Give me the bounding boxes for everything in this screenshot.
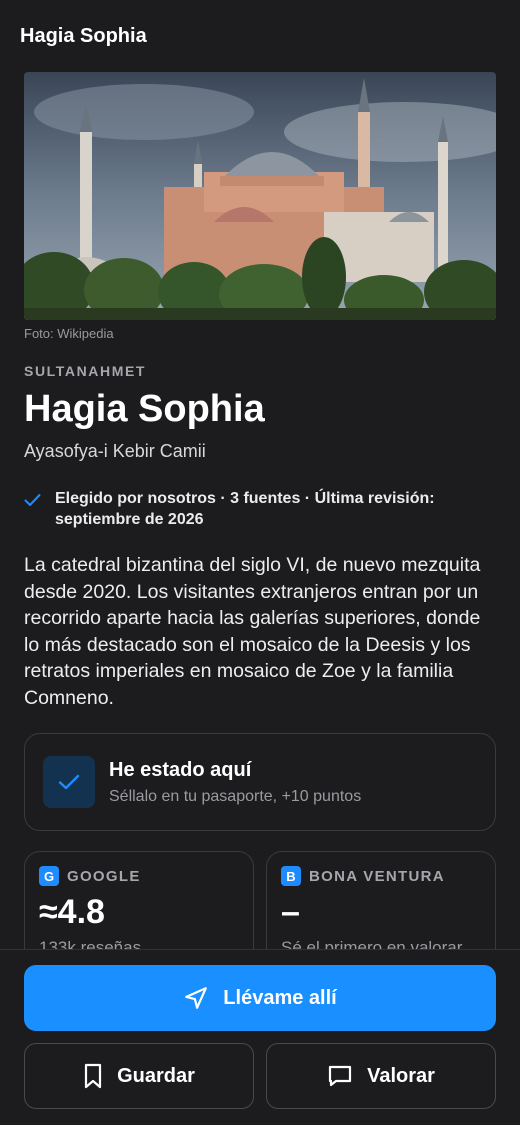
comment-icon bbox=[328, 1065, 352, 1087]
rating-value: – bbox=[281, 893, 300, 931]
place-local-name: Ayasofya-i Kebir Camii bbox=[24, 441, 206, 461]
page-header-title: Hagia Sophia bbox=[20, 24, 147, 47]
check-icon bbox=[58, 774, 80, 790]
rating-source-label: GOOGLE bbox=[67, 867, 141, 885]
rating-note: 133k reseñas, aproximado bbox=[39, 938, 146, 949]
rate-button[interactable]: Valorar bbox=[266, 1043, 496, 1109]
ratings-row: G GOOGLE ≈4.8 133k reseñas, aproximado B… bbox=[24, 851, 496, 949]
verified-text: Elegido por nosotros · 3 fuentes · Últim… bbox=[55, 490, 435, 528]
bookmark-icon bbox=[84, 1063, 102, 1089]
been-here-subtitle: Séllalo en tu pasaporte, +10 puntos bbox=[109, 787, 362, 805]
bona-ventura-badge-icon: B bbox=[281, 866, 301, 886]
rating-source-label: BONA VENTURA bbox=[309, 867, 445, 885]
top-bar: Hagia Sophia bbox=[0, 0, 520, 72]
take-me-there-button[interactable]: Llévame allí bbox=[24, 965, 496, 1031]
verified-info: Elegido por nosotros · 3 fuentes · Últim… bbox=[24, 488, 496, 530]
place-title: Hagia Sophia bbox=[24, 388, 265, 430]
google-badge-icon: G bbox=[39, 866, 59, 886]
been-here-checkbox[interactable] bbox=[43, 756, 95, 808]
save-label: Guardar bbox=[117, 1064, 195, 1087]
navigation-arrow-icon bbox=[185, 987, 208, 1009]
photo-credit[interactable]: Foto: Wikipedia bbox=[24, 326, 496, 341]
detail-scroll-area[interactable]: Foto: Wikipedia SULTANAHMET Hagia Sophia… bbox=[0, 72, 520, 949]
rating-note: Sé el primero en valorar bbox=[281, 938, 463, 949]
hero-photo bbox=[24, 72, 496, 320]
action-bar: Llévame allí Guardar Valorar bbox=[0, 949, 520, 1125]
district-label: SULTANAHMET bbox=[24, 363, 147, 379]
rating-value: ≈4.8 bbox=[39, 893, 105, 931]
hagia-sophia-photo bbox=[24, 72, 496, 320]
take-me-there-label: Llévame allí bbox=[223, 986, 337, 1009]
been-here-title: He estado aquí bbox=[109, 758, 252, 781]
check-icon bbox=[24, 494, 41, 506]
place-description: La catedral bizantina del siglo VI, de n… bbox=[24, 554, 481, 709]
rate-label: Valorar bbox=[367, 1064, 435, 1087]
rating-card-bona-ventura[interactable]: B BONA VENTURA – Sé el primero en valora… bbox=[266, 851, 496, 949]
rating-card-google[interactable]: G GOOGLE ≈4.8 133k reseñas, aproximado bbox=[24, 851, 254, 949]
been-here-card[interactable]: He estado aquí Séllalo en tu pasaporte, … bbox=[24, 733, 496, 831]
save-button[interactable]: Guardar bbox=[24, 1043, 254, 1109]
